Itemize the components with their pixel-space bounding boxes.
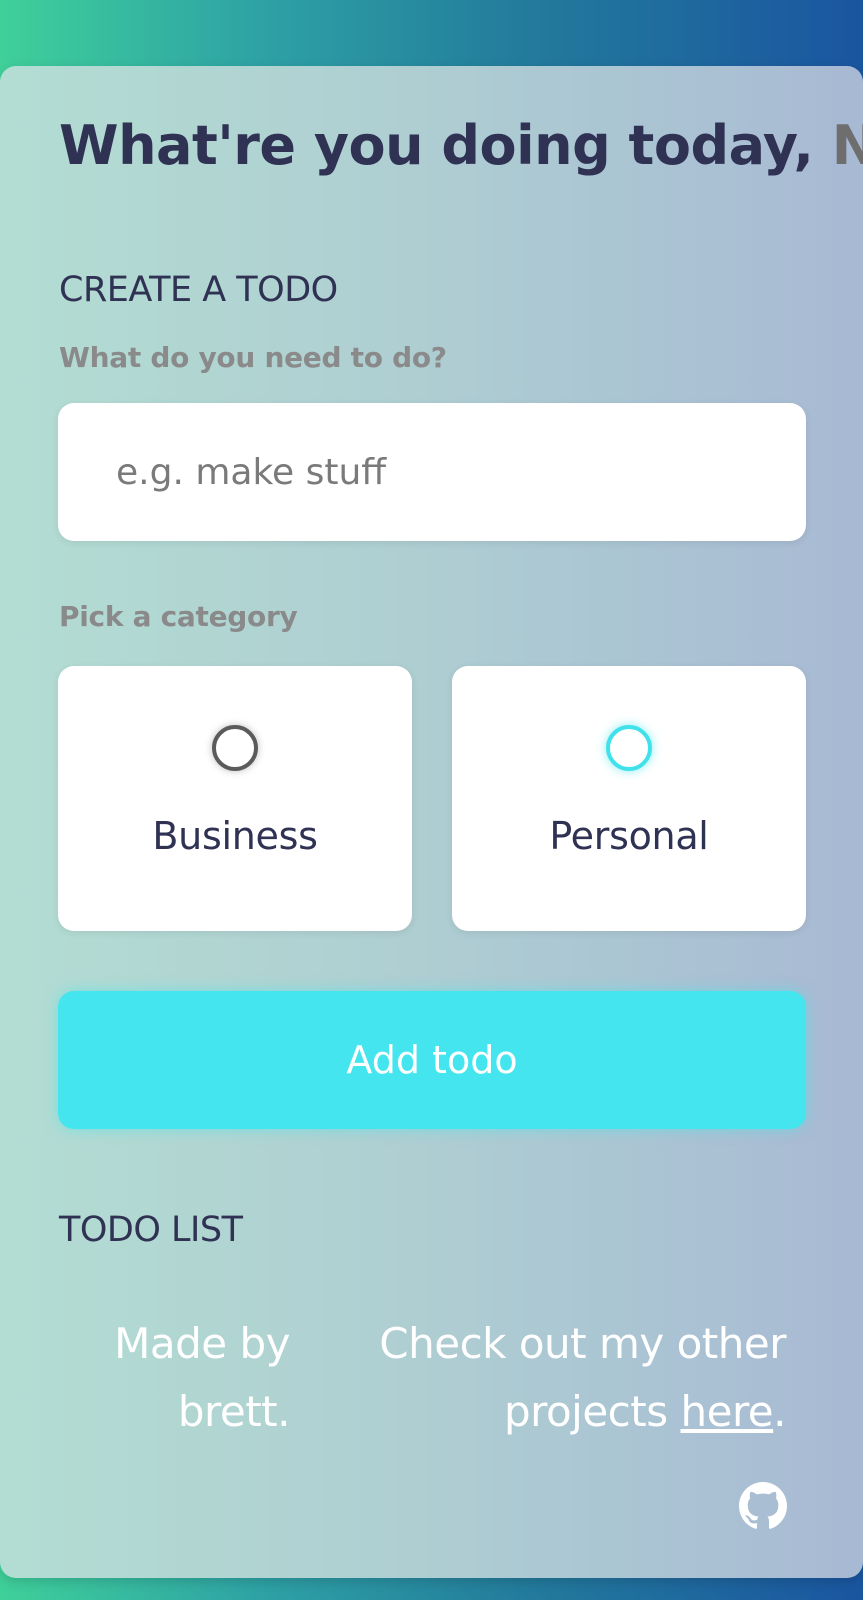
projects-suffix: .: [773, 1387, 786, 1436]
page-title: What're you doing today, N: [59, 114, 863, 177]
greeting-text: What're you doing today,: [59, 114, 814, 177]
todo-input[interactable]: [58, 403, 806, 541]
projects-link[interactable]: here: [680, 1387, 773, 1436]
category-label: Pick a category: [59, 600, 298, 633]
todo-list-heading: TODO LIST: [59, 1210, 243, 1250]
create-todo-heading: CREATE A TODO: [59, 270, 338, 310]
greeting-name: N: [831, 114, 863, 177]
category-personal-option[interactable]: Personal: [452, 666, 806, 931]
personal-radio-icon[interactable]: [606, 725, 652, 771]
category-personal-label: Personal: [549, 814, 709, 858]
business-radio-icon[interactable]: [212, 725, 258, 771]
github-icon[interactable]: [739, 1482, 787, 1530]
other-projects-text: Check out my other projects here.: [330, 1310, 786, 1446]
todo-app-card: What're you doing today, N CREATE A TODO…: [0, 66, 863, 1578]
category-business-label: Business: [152, 814, 318, 858]
add-todo-button[interactable]: Add todo: [58, 991, 806, 1129]
github-logo-svg: [739, 1482, 787, 1529]
category-business-option[interactable]: Business: [58, 666, 412, 931]
todo-input-label: What do you need to do?: [59, 341, 447, 374]
made-by-text: Made by brett.: [114, 1319, 290, 1436]
